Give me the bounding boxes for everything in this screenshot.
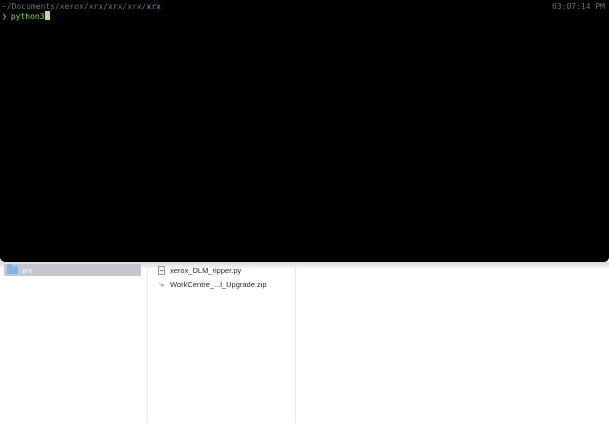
alias-zip-icon: ⤷ [159, 279, 164, 289]
browser-column-3-empty[interactable] [296, 262, 609, 423]
terminal-window[interactable]: ~/Documents/xerox/xrx/xrx/xrx/xrx 03:07:… [0, 0, 609, 262]
list-item-label: xerox_DLM_ripper.py [170, 265, 242, 275]
terminal-clock: 03:07:14 PM [552, 2, 605, 11]
prompt-symbol: ❯ [2, 12, 7, 21]
list-item-zip-file[interactable]: ⤷ WorkCentre_...l_Upgrade.zip [152, 278, 289, 290]
list-item-python-file[interactable]: xerox_DLM_ripper.py [152, 264, 289, 276]
list-item-label: xrx [22, 265, 32, 275]
text-cursor [44, 11, 50, 20]
screen: ~/Documents/xerox/xrx/xrx/xrx/xrx 03:07:… [0, 0, 609, 423]
terminal-prompt-line[interactable]: ❯ python3 [2, 11, 50, 22]
browser-column-1[interactable]: xrx [0, 262, 148, 423]
browser-column-2[interactable]: xerox_DLM_ripper.py ⤷ WorkCentre_...l_Up… [148, 262, 296, 423]
command-input[interactable]: python3 [11, 12, 45, 21]
path-current-dir: xrx [146, 2, 161, 11]
finder-column-browser: xrx xerox_DLM_ripper.py ⤷ WorkCentre_...… [0, 262, 609, 423]
list-item-xrx-folder[interactable]: xrx [4, 264, 141, 276]
path-prefix: ~/Documents/xerox/xrx/xrx/xrx/ [2, 2, 147, 11]
list-item-label: WorkCentre_...l_Upgrade.zip [170, 279, 267, 289]
python-file-icon [158, 265, 165, 275]
folder-icon [7, 264, 18, 274]
